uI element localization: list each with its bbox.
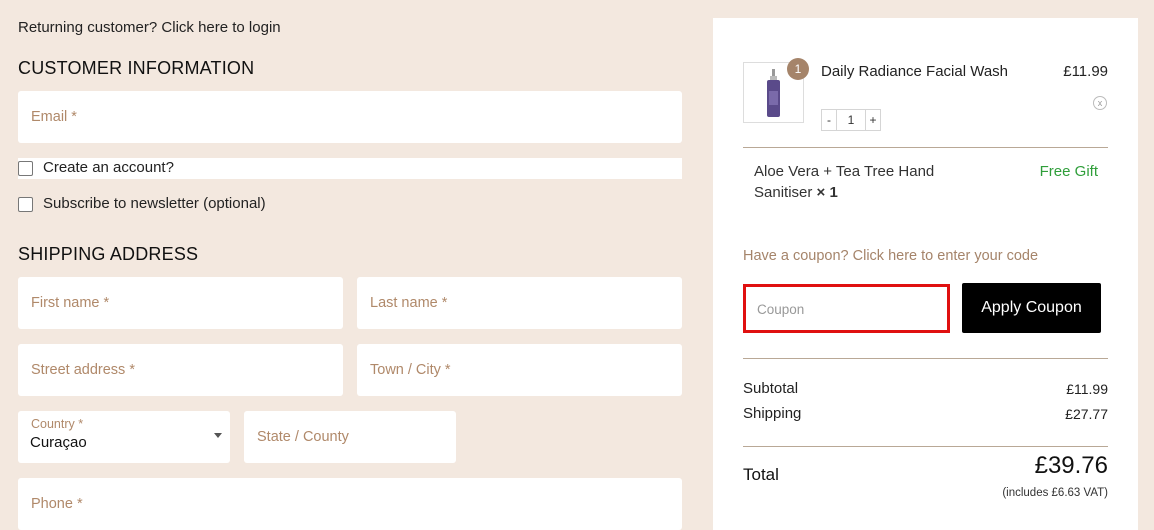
country-value: Curaçao [30, 434, 87, 451]
dropdown-caret-icon [214, 433, 222, 438]
newsletter-label[interactable]: Subscribe to newsletter (optional) [43, 195, 266, 212]
town-city-placeholder: Town / City * [370, 362, 451, 378]
phone-placeholder: Phone * [31, 496, 83, 512]
coupon-input[interactable]: Coupon [743, 284, 950, 333]
qty-increase-button[interactable]: + [866, 110, 880, 130]
qty-input[interactable]: 1 [836, 110, 866, 130]
divider [743, 147, 1108, 148]
product-name: Daily Radiance Facial Wash [821, 63, 1009, 80]
item-quantity-badge: 1 [787, 58, 809, 80]
subtotal-label: Subtotal [743, 380, 799, 397]
gift-name: Aloe Vera + Tea Tree Hand Sanitiser [754, 163, 935, 201]
product-price: £11.99 [1063, 63, 1108, 80]
vat-note: (includes £6.63 VAT) [1002, 487, 1108, 499]
state-county-field[interactable]: State / County [244, 411, 456, 463]
shipping-address-heading: SHIPPING ADDRESS [18, 244, 199, 264]
gift-qty: × 1 [816, 184, 838, 201]
town-city-field[interactable]: Town / City * [357, 344, 682, 396]
last-name-field[interactable]: Last name * [357, 277, 682, 329]
phone-field[interactable]: Phone * [18, 478, 682, 530]
customer-info-heading: CUSTOMER INFORMATION [18, 58, 255, 78]
product-bottle-icon [767, 69, 780, 117]
first-name-field[interactable]: First name * [18, 277, 343, 329]
subtotal-value: £11.99 [1066, 381, 1108, 397]
last-name-placeholder: Last name * [370, 295, 448, 311]
first-name-placeholder: First name * [31, 295, 110, 311]
divider [743, 358, 1108, 359]
email-placeholder: Email * [31, 109, 77, 125]
newsletter-checkbox[interactable] [18, 197, 33, 212]
shipping-label: Shipping [743, 405, 802, 422]
coupon-link[interactable]: Have a coupon? Click here to enter your … [743, 248, 1038, 264]
create-account-checkbox[interactable] [18, 161, 33, 176]
email-field[interactable]: Email * [18, 91, 682, 143]
state-county-placeholder: State / County [257, 429, 349, 445]
country-label: Country * [31, 417, 84, 431]
total-label: Total [743, 465, 779, 484]
country-select[interactable]: Country * Curaçao [18, 411, 230, 463]
free-gift-tag: Free Gift [1039, 163, 1098, 180]
apply-coupon-button[interactable]: Apply Coupon [962, 283, 1101, 333]
street-address-field[interactable]: Street address * [18, 344, 343, 396]
remove-item-icon[interactable]: x [1093, 96, 1107, 110]
qty-decrease-button[interactable]: - [822, 110, 836, 130]
coupon-placeholder: Coupon [757, 302, 805, 317]
shipping-value: £27.77 [1065, 406, 1108, 422]
divider [743, 446, 1108, 447]
quantity-stepper: - 1 + [821, 109, 881, 131]
street-address-placeholder: Street address * [31, 362, 135, 378]
total-value: £39.76 [1034, 452, 1108, 479]
create-account-label[interactable]: Create an account? [43, 159, 174, 176]
login-link[interactable]: Returning customer? Click here to login [18, 19, 281, 36]
gift-item: Aloe Vera + Tea Tree Hand Sanitiser × 1 [754, 161, 964, 203]
